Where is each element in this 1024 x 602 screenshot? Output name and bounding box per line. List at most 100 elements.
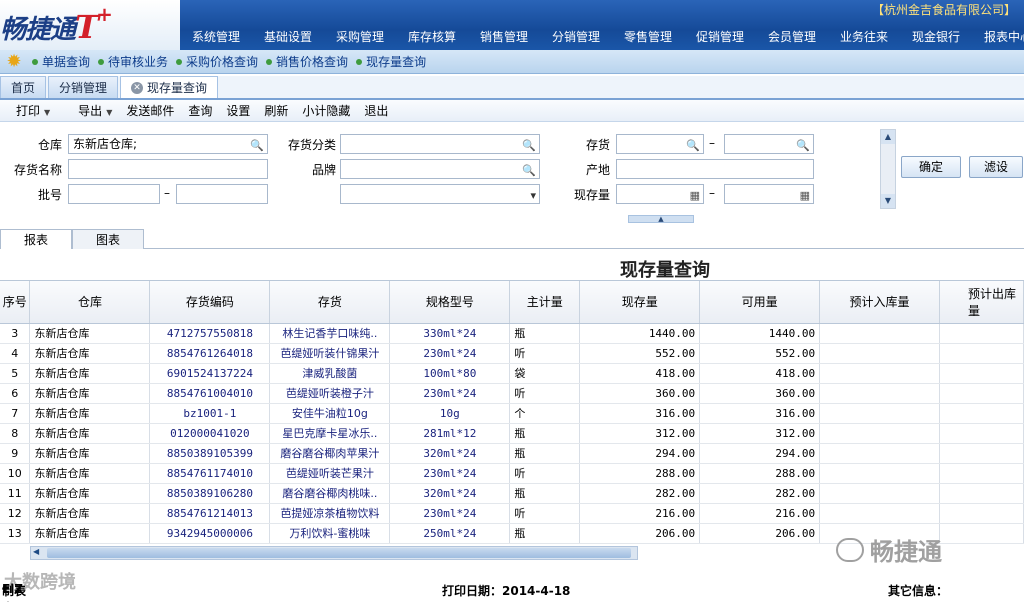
column-header[interactable]: 存货编码: [149, 281, 271, 324]
table-cell: 东新店仓库: [29, 523, 151, 544]
chevron-down-icon: ▼: [44, 108, 51, 117]
table-row[interactable]: 6 东新店仓库 8854761004010 芭缇娅听装橙子汁 230ml*24 听 360.…: [0, 383, 1024, 404]
warehouse-input[interactable]: 东新店仓库; 🔍: [68, 134, 268, 154]
name-input[interactable]: [68, 159, 268, 179]
arrow-down-icon[interactable]: ▼: [881, 194, 895, 208]
calendar-icon[interactable]: ▦: [800, 187, 810, 205]
menu-item[interactable]: 销售管理: [468, 28, 540, 45]
column-header[interactable]: 规格型号: [389, 281, 511, 324]
table-row[interactable]: 10 东新店仓库 8854761174010 芭缇娅听装芒果汁 230ml*24 听 288…: [0, 463, 1024, 484]
export-button[interactable]: 导出 ▼: [64, 102, 112, 119]
quick-link-label: 现存量查询: [366, 55, 427, 69]
tab-distribution[interactable]: 分销管理: [48, 76, 119, 98]
search-icon[interactable]: 🔍: [796, 137, 810, 155]
table-cell: 330ml*24: [389, 323, 511, 344]
tab-label: 现存量查询: [147, 80, 208, 95]
table-row[interactable]: 11 东新店仓库 8850389106280 磨谷磨谷椰肉桃味.. 320ml*24 瓶 2…: [0, 483, 1024, 504]
menu-item[interactable]: 业务往来: [828, 28, 900, 45]
column-header[interactable]: 存货: [269, 281, 391, 324]
table-cell: [819, 483, 940, 504]
quick-link[interactable]: 单据查询: [32, 53, 90, 70]
menu-item[interactable]: 系统管理: [180, 28, 252, 45]
confirm-button[interactable]: 确定: [901, 156, 961, 178]
batch-to-input[interactable]: [176, 184, 268, 204]
table-row[interactable]: 3 东新店仓库 4712757550818 林生记香芋口味纯.. 330ml*24 瓶 14…: [0, 323, 1024, 344]
menu-item[interactable]: 报表中心: [972, 28, 1024, 45]
search-icon[interactable]: 🔍: [686, 137, 700, 155]
maker-value: ElZ: [2, 582, 24, 596]
table-row[interactable]: 5 东新店仓库 6901524137224 津威乳酸菌 100ml*80 袋 418.00 4…: [0, 363, 1024, 384]
arrow-up-icon[interactable]: ▲: [881, 130, 895, 144]
column-header[interactable]: 序号: [0, 281, 31, 324]
filter-settings-button[interactable]: 滤设: [969, 156, 1023, 178]
select-dropdown[interactable]: ▾: [340, 184, 540, 204]
query-button[interactable]: 查询: [188, 102, 212, 119]
table-cell: 芭缇娅听装什锦果汁: [269, 343, 391, 364]
menu-item[interactable]: 基础设置: [252, 28, 324, 45]
inventory-from-input[interactable]: 🔍: [616, 134, 704, 154]
send-mail-button[interactable]: 发送邮件: [126, 102, 174, 119]
menu-item[interactable]: 现金银行: [900, 28, 972, 45]
inventory-to-input[interactable]: 🔍: [724, 134, 814, 154]
menu-item[interactable]: 分销管理: [540, 28, 612, 45]
category-input[interactable]: 🔍: [340, 134, 540, 154]
filter-scrollbar[interactable]: ▲ ▼: [880, 129, 896, 209]
column-header[interactable]: 仓库: [29, 281, 151, 324]
calendar-icon[interactable]: ▦: [690, 187, 700, 205]
gear-icon[interactable]: ✹: [4, 51, 24, 72]
table-cell: [939, 443, 1024, 464]
menu-item[interactable]: 零售管理: [612, 28, 684, 45]
column-header[interactable]: 现存量: [579, 281, 701, 324]
table-row[interactable]: 8 东新店仓库 012000041020 星巴克摩卡星冰乐.. 281ml*12 瓶 312…: [0, 423, 1024, 444]
bullet-icon: [356, 58, 363, 65]
table-row[interactable]: 7 东新店仓库 bz1001-1 安佳牛油粒10g 10g 个 316.00 316.00: [0, 403, 1024, 424]
app-logo: 畅捷通T +: [0, 2, 113, 46]
refresh-button[interactable]: 刷新: [264, 102, 288, 119]
scroll-thumb[interactable]: [47, 548, 631, 558]
table-cell: [939, 483, 1024, 504]
stock-from-input[interactable]: ▦: [616, 184, 704, 204]
search-icon[interactable]: 🔍: [522, 137, 536, 155]
menu-item[interactable]: 会员管理: [756, 28, 828, 45]
collapse-toggle[interactable]: ▲: [628, 215, 694, 223]
settings-button[interactable]: 设置: [226, 102, 250, 119]
arrow-left-icon[interactable]: ◀: [33, 547, 39, 556]
chevron-down-icon[interactable]: ▾: [530, 187, 536, 205]
column-header[interactable]: 预计出库量: [939, 281, 1024, 324]
table-cell: 216.00: [579, 503, 701, 524]
table-row[interactable]: 4 东新店仓库 8854761264018 芭缇娅听装什锦果汁 230ml*24 听 552…: [0, 343, 1024, 364]
close-icon[interactable]: ✕: [131, 81, 144, 94]
quick-link[interactable]: 现存量查询: [356, 53, 426, 70]
filter-panel: 仓库 东新店仓库; 🔍 存货名称 批号 – 存货分类 🔍 品牌 🔍 ▾ 存货 🔍 …: [0, 123, 1024, 223]
horizontal-scrollbar[interactable]: ◀: [30, 546, 638, 560]
tab-home[interactable]: 首页: [0, 76, 47, 98]
scroll-track[interactable]: [881, 144, 895, 194]
print-date: 打印日期：2014-4-18: [442, 584, 571, 598]
tab-stock-query[interactable]: ✕ 现存量查询: [120, 76, 219, 98]
quick-link[interactable]: 采购价格查询: [176, 53, 258, 70]
menu-item[interactable]: 采购管理: [324, 28, 396, 45]
brand-input[interactable]: 🔍: [340, 159, 540, 179]
table-row[interactable]: 12 东新店仓库 8854761214013 芭提娅凉茶植物饮料 230ml*24 听 21…: [0, 503, 1024, 524]
stock-to-input[interactable]: ▦: [724, 184, 814, 204]
column-header[interactable]: 可用量: [699, 281, 821, 324]
search-icon[interactable]: 🔍: [250, 137, 264, 155]
hide-subtotal-button[interactable]: 小计隐藏: [302, 102, 350, 119]
quick-link[interactable]: 待审核业务: [98, 53, 168, 70]
tab-chart[interactable]: 图表: [72, 229, 144, 249]
batch-from-input[interactable]: [68, 184, 160, 204]
column-header[interactable]: 预计入库量: [819, 281, 940, 324]
table-row[interactable]: 9 东新店仓库 8850389105399 磨谷磨谷椰肉苹果汁 320ml*24 瓶 294…: [0, 443, 1024, 464]
table-cell: 206.00: [699, 523, 821, 544]
origin-input[interactable]: [616, 159, 814, 179]
print-button[interactable]: 打印 ▼: [2, 102, 50, 119]
exit-button[interactable]: 退出: [364, 102, 388, 119]
table-cell: bz1001-1: [149, 403, 271, 424]
quick-link[interactable]: 销售价格查询: [266, 53, 348, 70]
column-header[interactable]: 主计量: [509, 281, 581, 324]
menu-item[interactable]: 库存核算: [396, 28, 468, 45]
company-name: 【杭州金吉食品有限公司】: [871, 3, 1016, 17]
search-icon[interactable]: 🔍: [522, 162, 536, 180]
tab-report[interactable]: 报表: [0, 229, 72, 249]
menu-item[interactable]: 促销管理: [684, 28, 756, 45]
